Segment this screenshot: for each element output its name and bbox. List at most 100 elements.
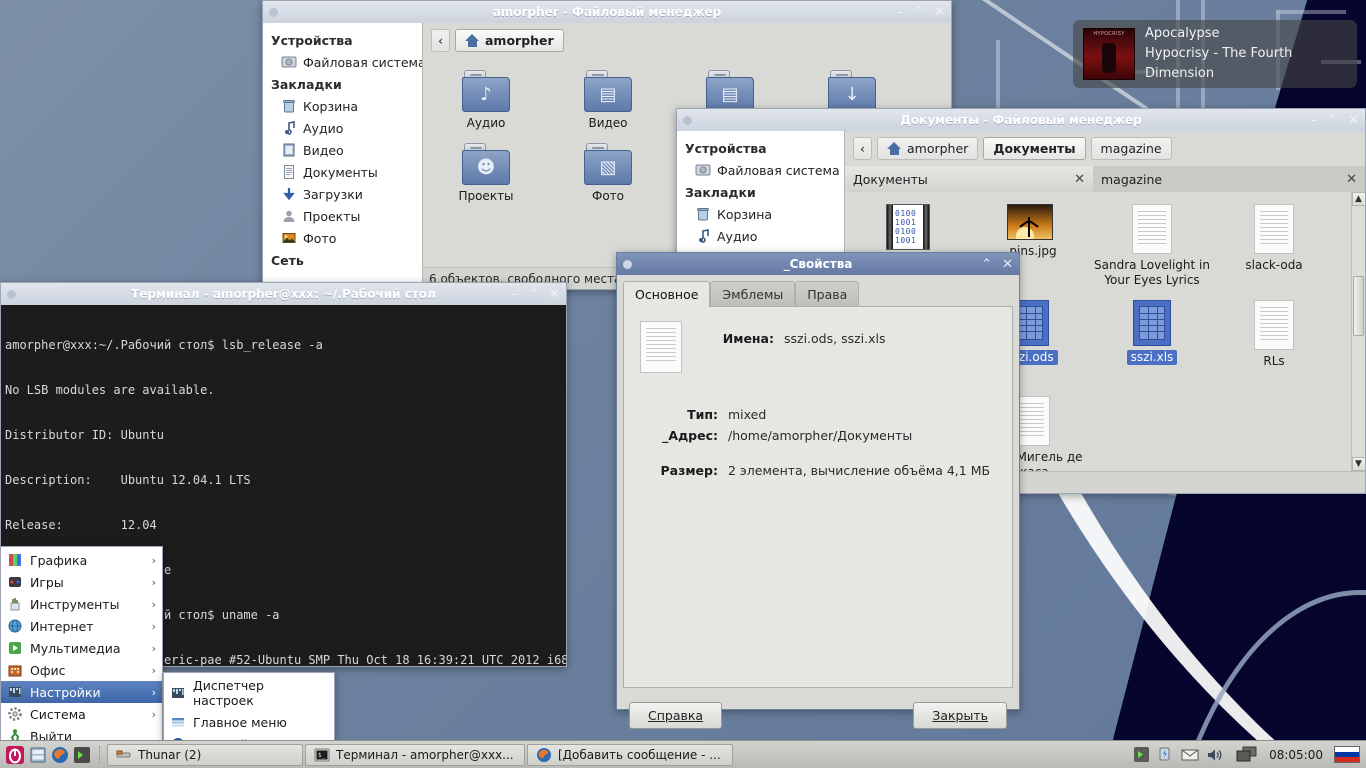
music-notification-popup[interactable]: HYPOCRISY Apocalypse Hypocrisy - The Fou… (1073, 20, 1357, 88)
minimize-button[interactable]: – (897, 6, 904, 19)
submenu-label: Диспетчер настроек (193, 678, 264, 708)
titlebar-home[interactable]: amorpher - Файловый менеджер – ⌃ ✕ (263, 1, 951, 23)
submenu-item-main-menu[interactable]: Главное меню (164, 711, 334, 733)
tab-magazine[interactable]: magazine ✕ (1093, 166, 1365, 192)
property-label: Размер: (660, 463, 718, 478)
breadcrumb-amorpher[interactable]: amorpher (455, 29, 564, 52)
sidebar-item-documents[interactable]: Документы (263, 161, 422, 183)
file-item[interactable]: Sandra Lovelight in Your Eyes Lyrics (1091, 198, 1213, 294)
sidebar-item-audio[interactable]: Аудио (677, 225, 844, 247)
close-button[interactable]: ✕ (1348, 114, 1359, 127)
sidebar-home[interactable]: Устройства Файловая система Закладки Кор… (263, 23, 423, 289)
close-icon[interactable]: ✕ (1346, 172, 1357, 187)
properties-dialog[interactable]: _Свойства ⌃ ✕ Основное Эмблемы Права Име… (616, 252, 1020, 729)
back-button[interactable]: ‹ (431, 29, 450, 52)
menu-item-games[interactable]: Игры › (1, 571, 162, 593)
applications-menu[interactable]: Графика › Игры › Инструменты › Интернет … (0, 546, 163, 750)
launcher-area[interactable] (2, 745, 94, 765)
clock[interactable]: 08:05:00 (1265, 748, 1327, 762)
window-menu-icon[interactable] (7, 289, 16, 299)
tabbar-documents[interactable]: Документы ✕ magazine ✕ (845, 166, 1365, 192)
menu-item-tools[interactable]: Инструменты › (1, 593, 162, 615)
battery-tray-icon[interactable] (1157, 746, 1174, 763)
titlebar-properties[interactable]: _Свойства ⌃ ✕ (617, 253, 1019, 275)
scroll-down-icon[interactable]: ▼ (1351, 457, 1365, 471)
window-menu-icon[interactable] (269, 7, 278, 17)
properties-tabbar[interactable]: Основное Эмблемы Права (617, 275, 1019, 307)
terminal-green-icon[interactable] (73, 746, 91, 764)
sidebar-item-photos[interactable]: Фото (263, 227, 422, 249)
back-button[interactable]: ‹ (853, 137, 872, 160)
pathbar-home[interactable]: ‹ amorpher (423, 23, 951, 58)
sidebar-item-video[interactable]: Видео (263, 139, 422, 161)
menu-item-internet[interactable]: Интернет › (1, 615, 162, 637)
folder-item[interactable]: ♪ Аудио (425, 64, 547, 137)
submenu-item-settings-manager[interactable]: Диспетчер настроек (164, 675, 334, 711)
xfce-mouse-icon[interactable] (5, 745, 25, 765)
sidebar-item-filesystem[interactable]: Файловая система (263, 51, 422, 73)
pathbar-documents[interactable]: ‹ amorpher Документы magazine (845, 131, 1365, 166)
file-manager-icon[interactable] (29, 746, 47, 764)
help-button[interactable]: Справка (629, 701, 723, 729)
tab-permissions[interactable]: Права (795, 281, 860, 307)
firefox-icon[interactable] (51, 746, 69, 764)
maximize-button[interactable]: ⌃ (1327, 114, 1338, 127)
window-menu-icon[interactable] (623, 259, 632, 269)
folder-item[interactable]: ▤ Видео (547, 64, 669, 137)
sidebar-item-trash[interactable]: Корзина (677, 203, 844, 225)
workspace-switcher[interactable] (1236, 746, 1258, 763)
minimize-button[interactable]: – (1311, 114, 1318, 127)
sidebar-item-downloads[interactable]: Загрузки (263, 183, 422, 205)
menu-item-office[interactable]: Офис › (1, 659, 162, 681)
taskbar-button-thunar[interactable]: Thunar (2) (107, 743, 303, 766)
taskbar-button-firefox[interactable]: [Добавить сообщение - ... (527, 743, 733, 766)
close-dialog-button[interactable]: Закрыть (913, 701, 1007, 729)
volume-tray-icon[interactable] (1206, 747, 1223, 763)
multimedia-icon (7, 640, 23, 656)
folder-item[interactable]: ☻ Проекты (425, 137, 547, 210)
mail-tray-icon[interactable] (1181, 748, 1199, 762)
file-item[interactable]: slack-oda (1213, 198, 1335, 294)
titlebar-terminal[interactable]: Терминал - amorpher@xxx: ~/.Рабочий стол… (1, 283, 566, 305)
sidebar-item-projects[interactable]: Проекты (263, 205, 422, 227)
taskbar-button-terminal[interactable]: $_ Терминал - amorpher@xxx... (305, 743, 525, 766)
breadcrumb-documents[interactable]: Документы (983, 137, 1086, 160)
menu-item-multimedia[interactable]: Мультимедиа › (1, 637, 162, 659)
scrollbar-thumb[interactable] (1353, 276, 1364, 336)
menu-item-system[interactable]: Система › (1, 703, 162, 725)
titlebar-documents[interactable]: Документы - Файловый менеджер – ⌃ ✕ (677, 109, 1365, 131)
close-button[interactable]: ✕ (549, 288, 560, 301)
minimize-button[interactable]: – (512, 288, 519, 301)
thunar-icon (116, 747, 132, 763)
tab-documents[interactable]: Документы ✕ (845, 166, 1093, 192)
taskbar[interactable]: Thunar (2) $_ Терминал - amorpher@xxx...… (0, 740, 1366, 768)
tab-general[interactable]: Основное (623, 281, 711, 307)
maximize-button[interactable]: ⌃ (981, 258, 992, 271)
close-button[interactable]: ✕ (934, 6, 945, 19)
svg-text:$_: $_ (318, 752, 326, 759)
maximize-button[interactable]: ⌃ (913, 6, 924, 19)
close-button[interactable]: ✕ (1002, 258, 1013, 271)
document-icon (281, 164, 297, 180)
breadcrumb-amorpher[interactable]: amorpher (877, 137, 979, 160)
sidebar-item-filesystem[interactable]: Файловая система (677, 159, 844, 181)
album-cover-title: HYPOCRISY (1093, 31, 1125, 37)
breadcrumb-magazine[interactable]: magazine (1090, 137, 1172, 160)
folder-item[interactable]: ▧ Фото (547, 137, 669, 210)
window-menu-icon[interactable] (683, 115, 692, 125)
tab-emblems[interactable]: Эмблемы (710, 281, 796, 307)
russian-flag[interactable] (1334, 746, 1360, 763)
file-item[interactable]: sszi.xls (1091, 294, 1213, 390)
close-icon[interactable]: ✕ (1074, 172, 1085, 187)
file-item[interactable]: RLs (1213, 294, 1335, 390)
sidebar-item-audio[interactable]: Аудио (263, 117, 422, 139)
sidebar-item-trash[interactable]: Корзина (263, 95, 422, 117)
file-label: sszi.xls (1126, 350, 1178, 365)
menu-item-settings[interactable]: Настройки › (1, 681, 162, 703)
scroll-up-icon[interactable]: ▲ (1351, 192, 1365, 206)
terminal-tray-icon[interactable] (1133, 746, 1150, 763)
vertical-scrollbar[interactable]: ▲ ▼ (1351, 192, 1365, 471)
menu-item-graphics[interactable]: Графика › (1, 549, 162, 571)
system-tray[interactable]: 08:05:00 (1133, 746, 1364, 763)
maximize-button[interactable]: ⌃ (528, 288, 539, 301)
